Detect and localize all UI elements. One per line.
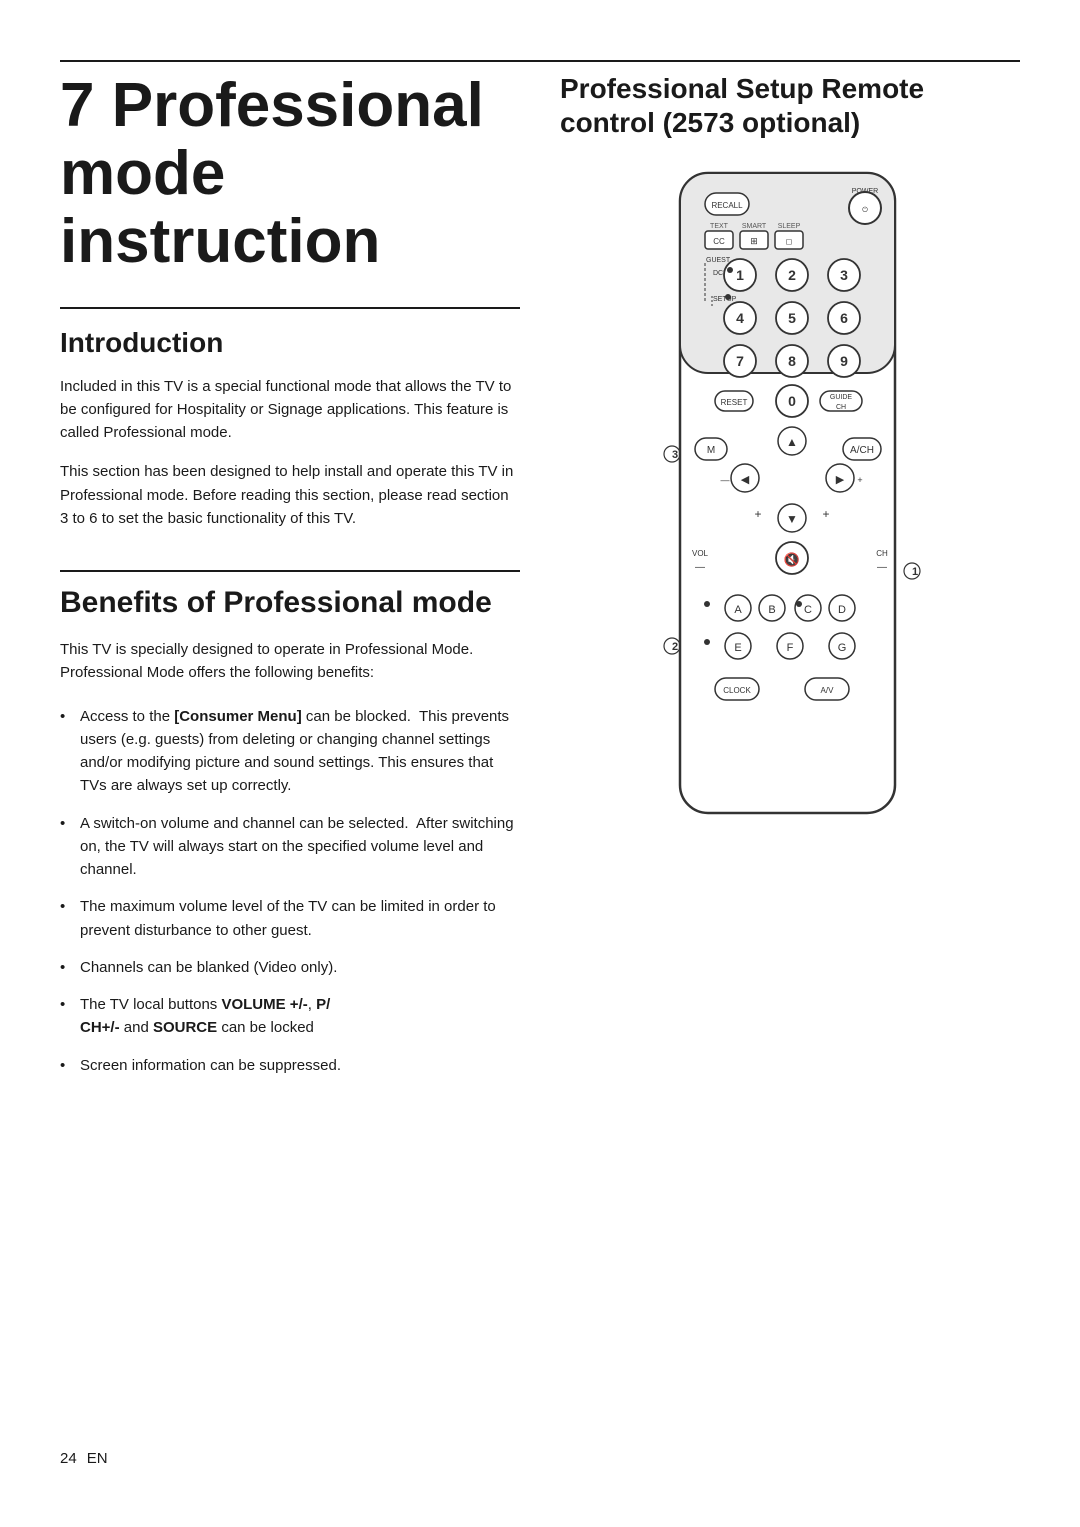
- intro-heading: Introduction: [60, 327, 520, 359]
- svg-text:⏻: ⏻: [862, 206, 868, 214]
- smart-label: SMART: [742, 223, 767, 230]
- benefits-section: Benefits of Professional mode This TV is…: [60, 570, 520, 1077]
- e-btn: E: [734, 642, 741, 654]
- language-label: EN: [87, 1450, 108, 1467]
- svg-text:4: 4: [736, 310, 744, 326]
- benefits-heading: Benefits of Professional mode: [60, 570, 520, 620]
- c-btn: C: [804, 604, 812, 616]
- ach-label: A/CH: [850, 445, 874, 456]
- source-bold: SOURCE: [153, 1019, 217, 1036]
- f-btn: F: [787, 642, 794, 654]
- remote-control: ⏻ POWER RECALL CC TEXT ⊞ SMART: [650, 163, 930, 848]
- intro-para1: Included in this TV is a special functio…: [60, 375, 520, 445]
- svg-text:🔇: 🔇: [784, 552, 800, 567]
- intro-para2: This section has been designed to help i…: [60, 460, 520, 530]
- svg-text:+: +: [857, 475, 862, 485]
- remote-svg: ⏻ POWER RECALL CC TEXT ⊞ SMART: [650, 163, 930, 843]
- guide-label: GUIDE: [830, 394, 853, 401]
- content-wrapper: 7 Professionalmodeinstruction Introducti…: [60, 62, 1020, 1091]
- ch-vol-label: CH: [876, 549, 888, 558]
- cc-label: CC: [713, 237, 725, 246]
- svg-text:5: 5: [788, 310, 796, 326]
- volume-bold: VOLUME +/-: [221, 996, 307, 1013]
- svg-text:—: —: [721, 475, 730, 485]
- svg-text:▶: ▶: [836, 474, 845, 486]
- page: 7 Professionalmodeinstruction Introducti…: [0, 0, 1080, 1527]
- g-btn: G: [838, 642, 847, 654]
- svg-text:8: 8: [788, 353, 796, 369]
- svg-text:+: +: [822, 507, 829, 521]
- av-label: A/V: [821, 686, 835, 695]
- svg-text:▼: ▼: [786, 512, 798, 526]
- guest-label: GUEST: [706, 257, 731, 264]
- page-number: 24: [60, 1450, 77, 1467]
- benefits-list: Access to the [Consumer Menu] can be blo…: [60, 705, 520, 1077]
- m-label: M: [707, 445, 715, 456]
- pch-bold: P/: [316, 996, 330, 1013]
- left-column: 7 Professionalmodeinstruction Introducti…: [60, 62, 520, 1091]
- svg-text:7: 7: [736, 353, 744, 369]
- ch-guide-label: CH: [836, 404, 846, 411]
- svg-text:▲: ▲: [786, 435, 798, 449]
- a-btn: A: [734, 604, 742, 616]
- chapter-title: 7 Professionalmodeinstruction: [60, 72, 520, 277]
- annotation-2: 2: [672, 641, 678, 653]
- right-heading: Professional Setup Remote control (2573 …: [560, 72, 1020, 139]
- right-column: Professional Setup Remote control (2573 …: [560, 62, 1020, 1091]
- d-btn: D: [838, 604, 846, 616]
- annotation-1: 1: [912, 566, 918, 578]
- svg-text:2: 2: [788, 267, 796, 283]
- vol-label: VOL: [692, 549, 709, 558]
- power-label: POWER: [852, 188, 878, 195]
- list-item: A switch-on volume and channel can be se…: [60, 812, 520, 882]
- ch-bold: CH+/-: [80, 1019, 120, 1036]
- svg-text:9: 9: [840, 353, 848, 369]
- svg-text:0: 0: [788, 393, 796, 409]
- annotation-3: 3: [672, 449, 678, 461]
- recall-label: RECALL: [711, 201, 743, 210]
- setup-label: SETUP: [713, 296, 737, 303]
- svg-text:3: 3: [840, 267, 848, 283]
- svg-text:6: 6: [840, 310, 848, 326]
- list-item: Screen information can be suppressed.: [60, 1054, 520, 1077]
- page-footer: 24 EN: [60, 1420, 1020, 1467]
- intro-rule: [60, 307, 520, 309]
- svg-text:1: 1: [736, 267, 744, 283]
- list-item: The maximum volume level of the TV can b…: [60, 895, 520, 942]
- clock-label: CLOCK: [723, 686, 751, 695]
- svg-text:—: —: [695, 562, 705, 573]
- list-item: The TV local buttons VOLUME +/-, P/CH+/-…: [60, 993, 520, 1040]
- benefits-intro: This TV is specially designed to operate…: [60, 638, 520, 685]
- reset-label: RESET: [721, 398, 748, 407]
- list-item: Access to the [Consumer Menu] can be blo…: [60, 705, 520, 798]
- sleep-label: SLEEP: [778, 223, 801, 230]
- b-btn: B: [768, 604, 775, 616]
- consumer-menu-bold: [Consumer Menu]: [174, 708, 302, 725]
- svg-text:◀: ◀: [741, 474, 750, 486]
- svg-text:+: +: [754, 507, 761, 521]
- svg-text:—: —: [877, 562, 887, 573]
- list-item: Channels can be blanked (Video only).: [60, 956, 520, 979]
- svg-text:◻: ◻: [786, 237, 793, 246]
- text-label: TEXT: [710, 223, 729, 230]
- svg-text:⊞: ⊞: [750, 236, 758, 246]
